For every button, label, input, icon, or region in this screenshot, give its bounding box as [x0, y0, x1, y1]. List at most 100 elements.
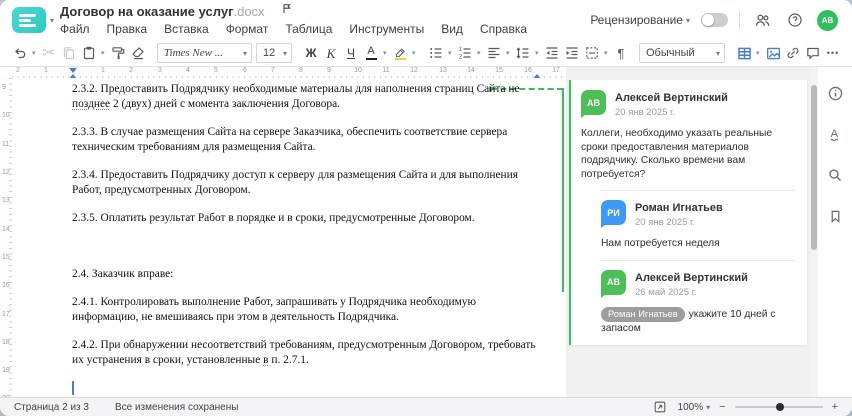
- ruler-number: 12: [410, 67, 418, 74]
- review-mode-select[interactable]: Рецензирование ▾: [590, 13, 690, 27]
- paragraph[interactable]: 2.4.2. При обнаружении несоответствий тр…: [72, 338, 540, 368]
- menu-item-view[interactable]: Вид: [441, 22, 463, 36]
- font-size-select[interactable]: 12 ▾: [256, 43, 292, 63]
- underline-button[interactable]: Ч: [341, 42, 361, 64]
- italic-button[interactable]: К: [321, 42, 341, 64]
- format-painter-button[interactable]: [108, 42, 128, 64]
- app-logo-icon[interactable]: [12, 7, 46, 33]
- ruler-number: 17: [2, 311, 10, 318]
- line-spacing-button[interactable]: [513, 42, 533, 64]
- chevron-down-icon: ▾: [242, 48, 247, 58]
- comment-range-line: [562, 88, 564, 292]
- insert-image-button[interactable]: [763, 42, 783, 64]
- ruler-number: 11: [382, 67, 390, 74]
- flag-icon[interactable]: [281, 2, 293, 20]
- paragraph[interactable]: 2.3.5. Оплатить результат Работ в порядк…: [72, 211, 540, 226]
- paragraph[interactable]: 2.4.1. Контролировать выполнение Работ, …: [72, 295, 540, 325]
- zoom-in-button[interactable]: +: [832, 401, 838, 413]
- svg-text:1: 1: [459, 47, 463, 53]
- document-text[interactable]: 2.3.2. Предоставить Подрядчику необходим…: [72, 82, 540, 395]
- scrollbar-thumb[interactable]: [811, 85, 817, 250]
- undo-dropdown-caret[interactable]: ▾: [30, 49, 39, 57]
- show-paragraph-marks-button[interactable]: ¶: [611, 42, 631, 64]
- font-color-dropdown-caret[interactable]: ▾: [381, 49, 390, 57]
- menu-item-insert[interactable]: Вставка: [164, 22, 209, 36]
- highlight-dropdown-caret[interactable]: ▾: [410, 49, 419, 57]
- page-counter[interactable]: Страница 2 из 3: [14, 402, 89, 413]
- menu-item-format[interactable]: Формат: [226, 22, 269, 36]
- clear-style-button[interactable]: [128, 42, 148, 64]
- align-left-button[interactable]: [484, 42, 504, 64]
- search-icon[interactable]: [825, 165, 845, 185]
- mention-chip[interactable]: Роман Игнатьев: [601, 306, 685, 322]
- comment-text: Коллеги, необходимо указать реальные сро…: [581, 128, 773, 180]
- insert-table-button[interactable]: [734, 42, 754, 64]
- ruler-number: 9: [2, 84, 6, 91]
- right-sidebar: А: [818, 67, 852, 397]
- comment-thread[interactable]: АВ Алексей Вертинский 20 янв 2025 г. Кол…: [569, 80, 807, 345]
- insert-table-dropdown-caret[interactable]: ▾: [754, 49, 763, 57]
- comment-avatar: РИ: [601, 200, 626, 228]
- help-icon[interactable]: [784, 9, 806, 31]
- ruler-number: 5: [214, 67, 218, 74]
- bold-button[interactable]: Ж: [301, 42, 321, 64]
- collaboration-users-icon[interactable]: [751, 9, 773, 31]
- chevron-down-icon: ▾: [715, 48, 720, 58]
- menu-item-edit[interactable]: Правка: [107, 22, 148, 36]
- line-spacing-dropdown-caret[interactable]: ▾: [533, 49, 542, 57]
- bullet-list-dropdown-caret[interactable]: ▾: [446, 49, 455, 57]
- zoom-out-button[interactable]: −: [719, 401, 725, 413]
- undo-button[interactable]: [10, 42, 30, 64]
- empty-paragraph[interactable]: [72, 239, 540, 267]
- paragraph[interactable]: 2.3.3. В случае размещения Сайта на серв…: [72, 125, 540, 155]
- increase-indent-button[interactable]: [562, 42, 582, 64]
- insert-comment-button[interactable]: [803, 42, 823, 64]
- paragraph-style-select[interactable]: Обычный ▾: [639, 43, 725, 63]
- bookmark-icon[interactable]: [825, 206, 845, 226]
- paste-dropdown-caret[interactable]: ▾: [99, 49, 108, 57]
- font-color-button[interactable]: А: [361, 42, 381, 64]
- vertical-ruler[interactable]: 9 10 11 12 13 14 15 16 17 18 19 20: [0, 78, 12, 397]
- zoom-slider[interactable]: [734, 403, 823, 411]
- paragraph-borders-button[interactable]: [582, 42, 602, 64]
- numbered-list-button[interactable]: 1 2: [455, 42, 475, 64]
- more-toolbar-button[interactable]: •••: [823, 42, 843, 64]
- menu-item-help[interactable]: Справка: [480, 22, 527, 36]
- review-mode-label: Рецензирование: [590, 13, 683, 27]
- menu-item-tools[interactable]: Инструменты: [349, 22, 424, 36]
- spellcheck-icon[interactable]: А: [825, 124, 845, 144]
- comment-author: Алексей Вертинский: [635, 271, 748, 284]
- paragraph-borders-dropdown-caret[interactable]: ▾: [602, 49, 611, 57]
- copy-button[interactable]: [59, 42, 79, 64]
- review-toggle[interactable]: [701, 13, 728, 27]
- cut-button[interactable]: ✂: [39, 42, 59, 64]
- fit-page-icon[interactable]: [651, 399, 669, 415]
- first-line-indent-marker[interactable]: [69, 68, 77, 73]
- status-bar: Страница 2 из 3 Все изменения сохранены …: [0, 397, 852, 416]
- highlight-button[interactable]: [390, 42, 410, 64]
- ruler-number: 10: [354, 67, 362, 74]
- user-avatar[interactable]: АВ: [817, 9, 838, 31]
- comment-header: АВ Алексей Вертинский 20 янв 2025 г.: [581, 90, 795, 118]
- info-icon[interactable]: [825, 83, 845, 103]
- bullet-list-button[interactable]: [426, 42, 446, 64]
- app-menu-caret-icon[interactable]: ▾: [50, 16, 54, 25]
- align-dropdown-caret[interactable]: ▾: [504, 49, 513, 57]
- paragraph[interactable]: 2.4. Заказчик вправе:: [72, 267, 540, 282]
- decrease-indent-button[interactable]: [542, 42, 562, 64]
- document-canvas[interactable]: 2.3.2. Предоставить Подрядчику необходим…: [12, 78, 566, 397]
- menu-item-table[interactable]: Таблица: [285, 22, 332, 36]
- paste-button[interactable]: [79, 42, 99, 64]
- paragraph[interactable]: 2.3.2. Предоставить Подрядчику необходим…: [72, 82, 540, 112]
- vertical-scrollbar[interactable]: [810, 67, 818, 397]
- paragraph[interactable]: 2.3.4. Предоставить Подрядчику доступ к …: [72, 168, 540, 198]
- numbered-list-dropdown-caret[interactable]: ▾: [475, 49, 484, 57]
- chevron-down-icon: ▾: [685, 15, 690, 25]
- menu-item-file[interactable]: Файл: [60, 22, 90, 36]
- insert-link-button[interactable]: [783, 42, 803, 64]
- zoom-value: 100%: [677, 401, 704, 413]
- zoom-slider-thumb[interactable]: [775, 403, 784, 411]
- ruler-number: 18: [2, 339, 10, 346]
- zoom-select[interactable]: 100% ▾: [678, 402, 711, 413]
- font-name-select[interactable]: Times New ... ▾: [157, 43, 252, 63]
